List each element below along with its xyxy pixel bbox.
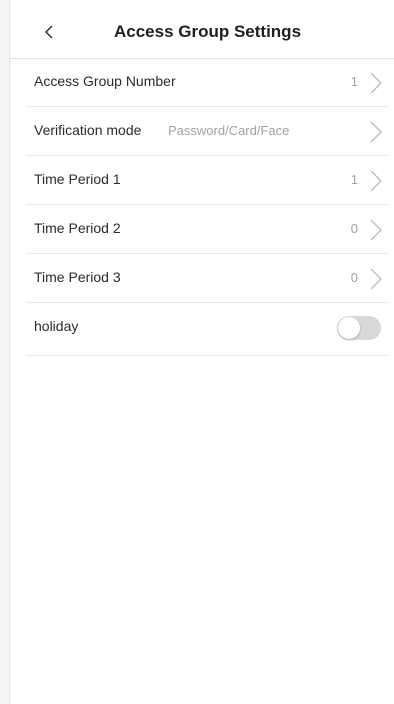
row-value: Password/Card/Face xyxy=(168,123,290,138)
row-holiday: holiday xyxy=(26,303,389,356)
page-title: Access Group Settings xyxy=(113,22,302,41)
row-verification-mode[interactable]: Verification mode Password/Card/Face xyxy=(26,107,389,156)
chevron-right-icon xyxy=(370,72,382,94)
chevron-right-icon xyxy=(370,268,382,290)
toggle-knob xyxy=(338,317,360,339)
chevron-right-icon xyxy=(370,121,382,143)
row-access-group-number[interactable]: Access Group Number 1 xyxy=(26,58,389,107)
chevron-right-icon xyxy=(370,170,382,192)
row-label: Time Period 2 xyxy=(34,220,121,236)
row-label: Time Period 1 xyxy=(34,171,121,187)
settings-screen: Access Group Settings Access Group Numbe… xyxy=(9,0,394,704)
row-value: 1 xyxy=(350,172,358,187)
settings-list: Access Group Number 1 Verification mode … xyxy=(26,58,389,356)
row-time-period-2[interactable]: Time Period 2 0 xyxy=(26,205,389,254)
row-label: Time Period 3 xyxy=(34,269,121,285)
row-time-period-1[interactable]: Time Period 1 1 xyxy=(26,156,389,205)
row-value: 0 xyxy=(350,270,358,285)
row-label: Access Group Number xyxy=(34,73,176,89)
holiday-toggle[interactable] xyxy=(337,316,381,340)
header-bar: Access Group Settings xyxy=(10,8,394,59)
row-label: holiday xyxy=(34,318,79,334)
row-label: Verification mode xyxy=(34,122,142,138)
row-time-period-3[interactable]: Time Period 3 0 xyxy=(26,254,389,303)
row-value: 1 xyxy=(350,74,358,89)
chevron-right-icon xyxy=(370,219,382,241)
row-value: 0 xyxy=(350,221,358,236)
